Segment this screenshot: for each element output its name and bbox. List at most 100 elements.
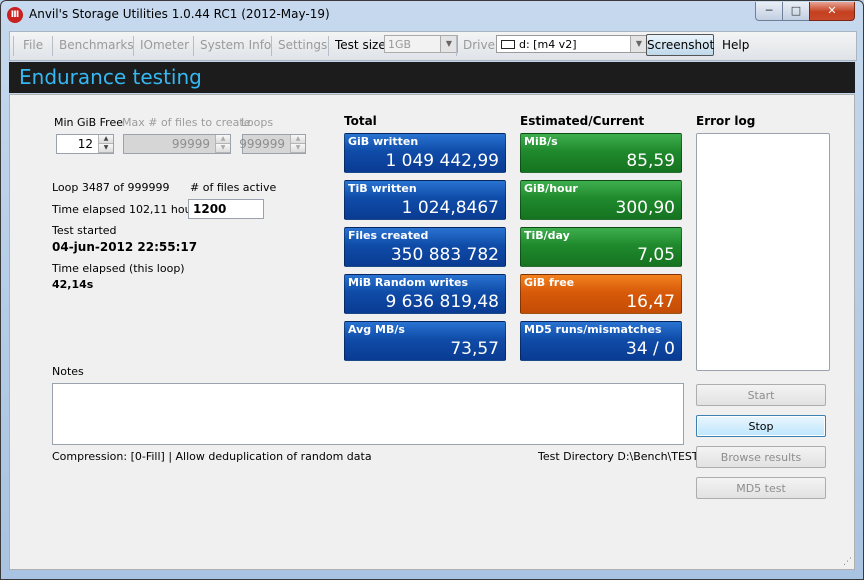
tile-label: GiB written	[348, 135, 419, 148]
resize-grip-icon[interactable]: ⋰	[843, 557, 852, 567]
stop-button[interactable]: Stop	[696, 415, 826, 437]
menu-separator	[456, 36, 457, 56]
error-log-heading: Error log	[696, 114, 756, 128]
endurance-panel: Min GiB Free 12 ▲ ▼ Max # of files to cre…	[9, 94, 855, 570]
menu-separator	[133, 36, 134, 56]
maximize-button[interactable]: □	[782, 2, 810, 21]
loops-value: 999999	[239, 137, 285, 151]
menu-grip	[13, 36, 14, 56]
screenshot-button[interactable]: Screenshot	[646, 34, 714, 56]
menu-settings[interactable]: Settings	[278, 38, 327, 52]
main-window: Ⅲ Anvil's Storage Utilities 1.0.44 RC1 (…	[0, 0, 864, 580]
spin-up-icon[interactable]: ▲	[291, 135, 305, 144]
menu-separator	[193, 36, 194, 56]
tile-value: 1 024,8467	[401, 198, 499, 218]
tile-label: MiB/s	[524, 135, 558, 148]
test-started-value: 04-jun-2012 22:55:17	[52, 240, 198, 254]
tib-written-tile: TiB written 1 024,8467	[344, 180, 506, 220]
drive-icon	[501, 39, 515, 49]
loop-elapsed-value: 42,14s	[52, 278, 94, 291]
title-bar[interactable]: Ⅲ Anvil's Storage Utilities 1.0.44 RC1 (…	[1, 1, 863, 29]
loop-counter: Loop 3487 of 999999	[52, 181, 170, 194]
spin-up-icon[interactable]: ▲	[216, 135, 230, 144]
avg-mbs-tile: Avg MB/s 73,57	[344, 321, 506, 361]
spin-down-icon[interactable]: ▼	[291, 144, 305, 153]
tile-value: 9 636 819,48	[385, 292, 499, 312]
menu-separator	[52, 36, 53, 56]
loops-label: Loops	[241, 116, 274, 129]
min-gib-free-label: Min GiB Free	[54, 116, 123, 129]
compression-info: Compression: [0-Fill] | Allow deduplicat…	[52, 450, 372, 463]
files-created-tile: Files created 350 883 782	[344, 227, 506, 267]
test-size-value: 1GB	[388, 38, 412, 51]
gib-written-tile: GiB written 1 049 442,99	[344, 133, 506, 173]
tile-label: Files created	[348, 229, 429, 242]
time-elapsed: Time elapsed 102,11 hours	[52, 203, 202, 216]
files-active-field[interactable]: 1200	[188, 199, 264, 219]
test-started-label: Test started	[52, 224, 117, 237]
spin-up-icon[interactable]: ▲	[99, 135, 113, 144]
tile-value: 16,47	[626, 292, 675, 312]
tile-label: MiB Random writes	[348, 276, 469, 289]
tile-value: 7,05	[637, 245, 675, 265]
page-banner: Endurance testing	[9, 62, 855, 93]
loops-spinner[interactable]: 999999 ▲ ▼	[239, 134, 306, 154]
tile-value: 85,59	[626, 151, 675, 171]
drive-value: d: [m4 v2]	[519, 38, 577, 51]
tile-label: TiB written	[348, 182, 417, 195]
menu-file[interactable]: File	[23, 38, 43, 52]
anvil-app-icon[interactable]: Ⅲ	[7, 7, 23, 23]
files-active-label: # of files active	[190, 181, 277, 194]
test-directory: Test Directory D:\Bench\TEST	[538, 450, 699, 463]
window-title: Anvil's Storage Utilities 1.0.44 RC1 (20…	[29, 7, 330, 21]
min-gib-free-spinner[interactable]: 12 ▲ ▼	[56, 134, 114, 154]
tile-value: 1 049 442,99	[385, 151, 499, 171]
tile-label: GiB/hour	[524, 182, 578, 195]
drive-label: Drive	[463, 38, 495, 52]
error-log-box[interactable]	[696, 133, 830, 371]
menu-separator	[328, 36, 329, 56]
chevron-down-icon: ▼	[440, 36, 457, 52]
test-size-label: Test size	[335, 38, 386, 52]
minimize-button[interactable]: ─	[755, 2, 783, 21]
menu-bar: File Benchmarks IOmeter System Info Sett…	[9, 31, 857, 61]
random-writes-tile: MiB Random writes 9 636 819,48	[344, 274, 506, 314]
browse-results-button[interactable]: Browse results	[696, 446, 826, 468]
mibs-tile: MiB/s 85,59	[520, 133, 682, 173]
chevron-down-icon: ▼	[630, 36, 647, 52]
close-button[interactable]: ✕	[809, 2, 855, 21]
spin-down-icon[interactable]: ▼	[216, 144, 230, 153]
max-files-spinner[interactable]: 99999 ▲ ▼	[123, 134, 231, 154]
tile-value: 350 883 782	[390, 245, 499, 265]
tile-label: MD5 runs/mismatches	[524, 323, 662, 336]
tile-label: TiB/day	[524, 229, 570, 242]
gib-hour-tile: GiB/hour 300,90	[520, 180, 682, 220]
menu-system-info[interactable]: System Info	[200, 38, 271, 52]
gib-free-tile: GiB free 16,47	[520, 274, 682, 314]
tile-value: 300,90	[615, 198, 675, 218]
total-heading: Total	[344, 114, 377, 128]
tile-value: 34 / 0	[626, 339, 675, 359]
max-files-label: Max # of files to create	[122, 116, 251, 129]
min-gib-free-value: 12	[77, 137, 93, 151]
tile-label: GiB free	[524, 276, 575, 289]
menu-help[interactable]: Help	[722, 38, 749, 52]
md5-runs-tile: MD5 runs/mismatches 34 / 0	[520, 321, 682, 361]
tile-value: 73,57	[450, 339, 499, 359]
spin-down-icon[interactable]: ▼	[99, 144, 113, 153]
loop-elapsed-label: Time elapsed (this loop)	[52, 262, 185, 275]
menu-benchmarks[interactable]: Benchmarks	[59, 38, 134, 52]
md5-test-button[interactable]: MD5 test	[696, 477, 826, 499]
tile-label: Avg MB/s	[348, 323, 405, 336]
notes-field[interactable]	[52, 383, 684, 445]
menu-separator	[271, 36, 272, 56]
estimated-heading: Estimated/Current	[520, 114, 645, 128]
drive-select[interactable]: d: [m4 v2] ▼	[496, 35, 648, 53]
menu-iometer[interactable]: IOmeter	[140, 38, 189, 52]
tib-day-tile: TiB/day 7,05	[520, 227, 682, 267]
page-title: Endurance testing	[19, 65, 202, 89]
start-button[interactable]: Start	[696, 384, 826, 406]
notes-label: Notes	[52, 365, 84, 378]
test-size-select[interactable]: 1GB ▼	[384, 35, 458, 53]
max-files-value: 99999	[171, 137, 210, 151]
